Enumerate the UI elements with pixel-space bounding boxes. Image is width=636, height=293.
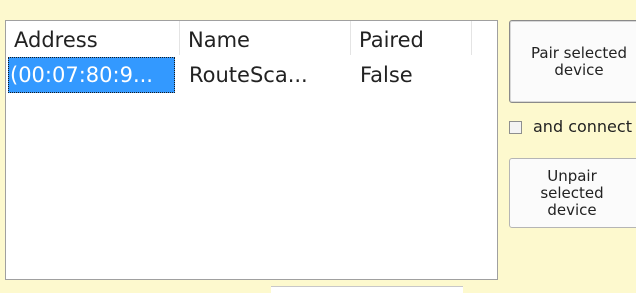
devices-list[interactable]: Address Name Paired (00:07:80:9... Route… bbox=[5, 20, 498, 280]
column-header-paired[interactable]: Paired bbox=[351, 21, 472, 55]
device-name-cell: RouteSca... bbox=[189, 63, 308, 87]
pair-button-label: Pair selected device bbox=[531, 43, 627, 79]
unpair-selected-device-button[interactable]: Unpair selected device bbox=[509, 158, 636, 228]
device-address-cell: (00:07:80:9... bbox=[8, 57, 175, 93]
unpair-button-label: Unpair selected device bbox=[540, 166, 604, 219]
and-connect-label[interactable]: and connect bbox=[533, 117, 632, 137]
device-row[interactable]: (00:07:80:9... RouteSca... False bbox=[6, 57, 497, 93]
pair-selected-device-button[interactable]: Pair selected device bbox=[509, 20, 636, 103]
bottom-control[interactable] bbox=[271, 286, 463, 293]
column-header-name[interactable]: Name bbox=[180, 21, 351, 55]
column-header-address[interactable]: Address bbox=[6, 21, 180, 55]
device-paired-cell: False bbox=[360, 63, 413, 87]
devices-list-header: Address Name Paired bbox=[6, 21, 497, 55]
and-connect-checkbox[interactable] bbox=[509, 121, 522, 134]
